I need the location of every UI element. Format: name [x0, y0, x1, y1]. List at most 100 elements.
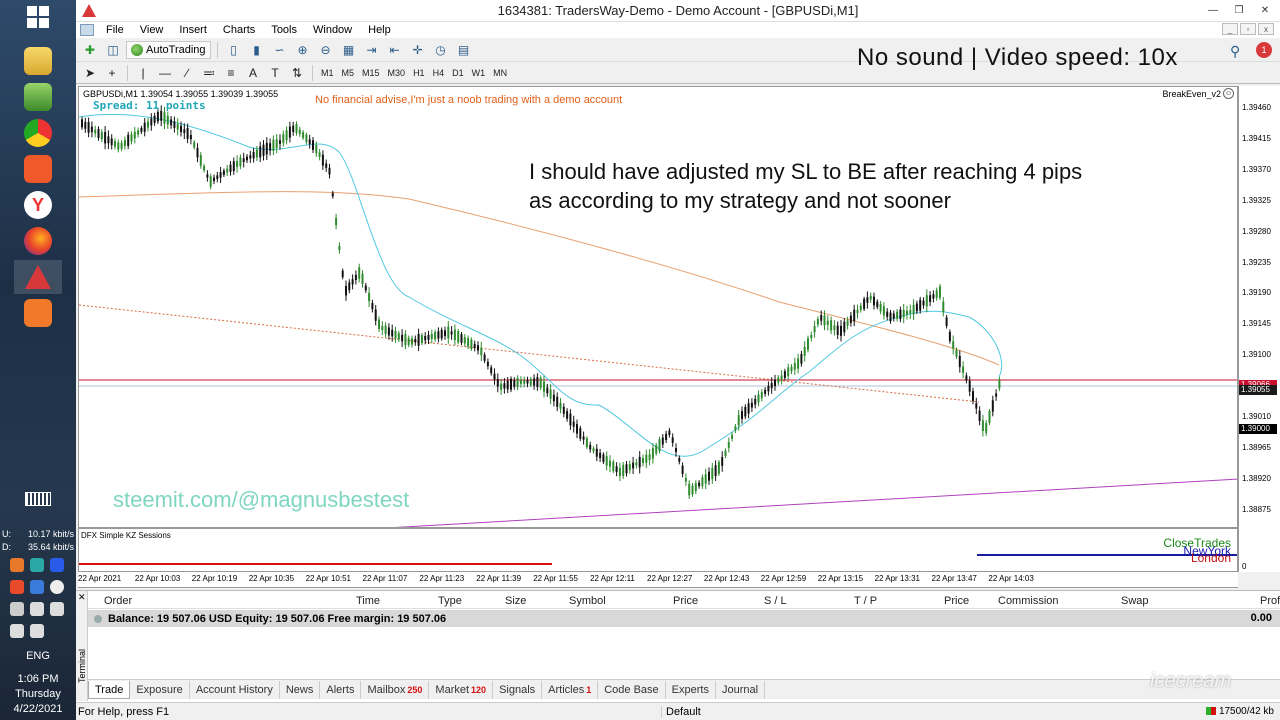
- terminal-tab[interactable]: Alerts: [320, 681, 362, 699]
- trendline-icon[interactable]: ∕: [177, 64, 197, 82]
- zoom-out-icon[interactable]: ⊖: [316, 41, 336, 59]
- notification-badge[interactable]: 1: [1256, 42, 1272, 58]
- templates-icon[interactable]: ▤: [454, 41, 474, 59]
- text-label-icon[interactable]: T: [265, 64, 285, 82]
- status-profile[interactable]: Default: [661, 706, 701, 718]
- menu-tools[interactable]: Tools: [263, 24, 305, 36]
- tile-windows-icon[interactable]: ▦: [339, 41, 359, 59]
- tray-app-icon[interactable]: [30, 602, 44, 616]
- timeframe-m1[interactable]: M1: [318, 68, 337, 78]
- line-chart-icon[interactable]: ∽: [270, 41, 290, 59]
- tray-app-icon[interactable]: [10, 558, 24, 572]
- tray-app-icon[interactable]: [30, 580, 44, 594]
- expert-advisor-name[interactable]: BreakEven_v2: [1162, 89, 1221, 99]
- tray-app-icon[interactable]: [50, 602, 64, 616]
- timeframe-h1[interactable]: H1: [410, 68, 428, 78]
- recorder-button[interactable]: [14, 296, 62, 330]
- close-icon[interactable]: ✕: [1254, 2, 1276, 18]
- column-header[interactable]: Swap: [1121, 595, 1149, 607]
- channel-icon[interactable]: ≕: [199, 64, 219, 82]
- autotrading-button[interactable]: AutoTrading: [126, 40, 211, 59]
- timeframe-mn[interactable]: MN: [490, 68, 510, 78]
- mt4-taskbar-button[interactable]: [14, 260, 62, 294]
- start-button[interactable]: [14, 0, 62, 34]
- taskbar-clock[interactable]: 1:06 PM Thursday 4/22/2021: [0, 672, 76, 717]
- auto-scroll-icon[interactable]: ⇥: [362, 41, 382, 59]
- balance-row[interactable]: Balance: 19 507.06 USD Equity: 19 507.06…: [88, 610, 1280, 627]
- column-header[interactable]: S / L: [764, 595, 787, 607]
- price-chart[interactable]: GBPUSDi,M1 1.39054 1.39055 1.39039 1.390…: [78, 86, 1238, 528]
- column-header[interactable]: Size: [505, 595, 526, 607]
- chart-shift-icon[interactable]: ⇤: [385, 41, 405, 59]
- candlestick-icon[interactable]: ▮: [247, 41, 267, 59]
- volume-icon[interactable]: [10, 624, 24, 638]
- price-axis[interactable]: 1.39460 1.39415 1.39370 1.39325 1.39280 1.392…: [1238, 86, 1280, 572]
- network-icon[interactable]: [30, 624, 44, 638]
- app-button-green[interactable]: [14, 80, 62, 114]
- fibonacci-icon[interactable]: ≡: [221, 64, 241, 82]
- indicators-icon[interactable]: ✛: [408, 41, 428, 59]
- new-order-icon[interactable]: ✚: [80, 41, 100, 59]
- terminal-tab[interactable]: Experts: [666, 681, 716, 699]
- column-header[interactable]: T / P: [854, 595, 877, 607]
- pen-icon[interactable]: [10, 602, 24, 616]
- terminal-tab[interactable]: News: [280, 681, 321, 699]
- restore-icon[interactable]: ❐: [1228, 2, 1250, 18]
- menu-file[interactable]: File: [98, 24, 132, 36]
- chart-minimize-icon[interactable]: _: [1222, 23, 1238, 35]
- column-header[interactable]: Time: [356, 595, 380, 607]
- arrows-icon[interactable]: ⇅: [287, 64, 307, 82]
- language-indicator[interactable]: ENG: [0, 650, 76, 662]
- yandex-button[interactable]: Y: [14, 188, 62, 222]
- menu-insert[interactable]: Insert: [171, 24, 215, 36]
- terminal-tab[interactable]: Mailbox 250: [361, 681, 430, 699]
- tray-app-icon[interactable]: [10, 580, 24, 594]
- column-header[interactable]: Type: [438, 595, 462, 607]
- tray-app-icon[interactable]: [50, 558, 64, 572]
- timeframe-h4[interactable]: H4: [430, 68, 448, 78]
- column-header[interactable]: Price: [944, 595, 969, 607]
- timeframe-m5[interactable]: M5: [339, 68, 358, 78]
- text-icon[interactable]: A: [243, 64, 263, 82]
- timeframe-d1[interactable]: D1: [449, 68, 467, 78]
- terminal-tab[interactable]: Articles 1: [542, 681, 599, 699]
- cursor-icon[interactable]: ➤: [80, 64, 100, 82]
- chrome-button[interactable]: [14, 116, 62, 150]
- terminal-tab[interactable]: Trade: [88, 681, 131, 699]
- firefox-button[interactable]: [14, 224, 62, 258]
- terminal-tab[interactable]: Signals: [493, 681, 543, 699]
- column-header[interactable]: Commission: [998, 595, 1059, 607]
- menu-help[interactable]: Help: [360, 24, 399, 36]
- title-bar[interactable]: 1634381: TradersWay-Demo - Demo Account …: [76, 0, 1280, 22]
- terminal-close-icon[interactable]: ✕: [78, 592, 86, 603]
- minimize-icon[interactable]: —: [1202, 2, 1224, 18]
- timeframe-m15[interactable]: M15: [359, 68, 383, 78]
- terminal-tab[interactable]: Code Base: [598, 681, 666, 699]
- file-explorer-button[interactable]: [14, 44, 62, 78]
- sessions-indicator-pane[interactable]: DFX Simple KZ Sessions CloseTrades NewYo…: [78, 528, 1238, 572]
- column-header[interactable]: Price: [673, 595, 698, 607]
- tray-app-icon[interactable]: [50, 580, 64, 594]
- column-header[interactable]: Profit: [1260, 595, 1280, 607]
- horizontal-line-icon[interactable]: —: [155, 64, 175, 82]
- terminal-tab[interactable]: Account History: [190, 681, 280, 699]
- search-icon[interactable]: ⚲: [1230, 43, 1240, 60]
- zoom-in-icon[interactable]: ⊕: [293, 41, 313, 59]
- terminal-tab[interactable]: Exposure: [130, 681, 190, 699]
- periods-icon[interactable]: ◷: [431, 41, 451, 59]
- terminal-tab[interactable]: Journal: [716, 681, 766, 699]
- tray-app-icon[interactable]: [30, 558, 44, 572]
- touch-keyboard-button[interactable]: [14, 482, 62, 516]
- vertical-line-icon[interactable]: |: [133, 64, 153, 82]
- crosshair-icon[interactable]: +: [102, 64, 122, 82]
- chart-restore-icon[interactable]: ▫: [1240, 23, 1256, 35]
- column-header[interactable]: Symbol: [569, 595, 606, 607]
- timeframe-w1[interactable]: W1: [469, 68, 489, 78]
- menu-charts[interactable]: Charts: [215, 24, 263, 36]
- bar-chart-icon[interactable]: ▯: [224, 41, 244, 59]
- brave-button[interactable]: [14, 152, 62, 186]
- menu-view[interactable]: View: [132, 24, 172, 36]
- menu-window[interactable]: Window: [305, 24, 360, 36]
- chart-window-icon[interactable]: [80, 24, 94, 36]
- terminal-tab[interactable]: Market 120: [429, 681, 494, 699]
